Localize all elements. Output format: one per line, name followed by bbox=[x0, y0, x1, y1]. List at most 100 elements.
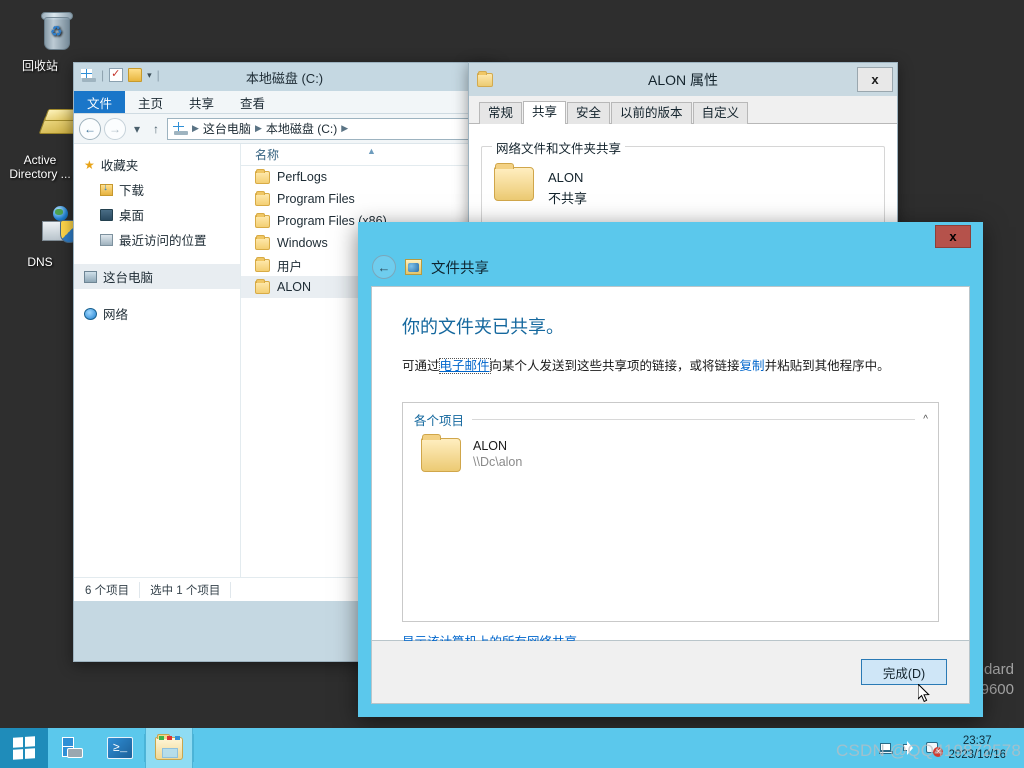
start-button[interactable] bbox=[0, 728, 48, 768]
sidebar-item-this-pc[interactable]: 这台电脑 bbox=[74, 264, 240, 289]
desktop-icon bbox=[100, 208, 113, 221]
sidebar-item-favorites[interactable]: ★ 收藏夹 bbox=[74, 152, 240, 177]
this-pc-icon bbox=[173, 122, 188, 135]
sidebar-item-label: 这台电脑 bbox=[103, 271, 154, 285]
explorer-title: 本地磁盘 (C:) bbox=[245, 71, 324, 86]
tab-home[interactable]: 主页 bbox=[125, 91, 176, 113]
explorer-titlebar[interactable]: | ▾ | 本地磁盘 (C:) bbox=[74, 63, 495, 91]
taskbar-button-file-explorer[interactable] bbox=[145, 728, 193, 768]
properties-titlebar[interactable]: ALON 属性 x bbox=[469, 63, 897, 96]
file-sharing-body: 你的文件夹已共享。 可通过电子邮件向某个人发送到这些共享项的链接，或将链接复制并… bbox=[371, 286, 970, 649]
column-header-label: 名称 bbox=[255, 148, 280, 162]
chevron-up-icon[interactable]: ^ bbox=[923, 414, 928, 425]
file-sharing-dialog[interactable]: x ← 文件共享 你的文件夹已共享。 可通过电子邮件向某个人发送到这些共享项的链… bbox=[358, 222, 983, 717]
tab-sharing[interactable]: 共享 bbox=[523, 101, 567, 124]
server-manager-icon bbox=[59, 736, 85, 760]
table-row[interactable]: Program Files bbox=[241, 188, 495, 210]
tab-security[interactable]: 安全 bbox=[567, 102, 611, 124]
breadcrumb-local-disk[interactable]: 本地磁盘 (C:) bbox=[266, 120, 337, 137]
sidebar-item-label: 最近访问的位置 bbox=[119, 234, 207, 248]
list-item[interactable]: ALON \\Dc\alon bbox=[403, 429, 938, 472]
tab-share[interactable]: 共享 bbox=[176, 91, 227, 113]
close-button[interactable]: x bbox=[935, 225, 971, 248]
desktop-icon-active-directory[interactable]: Active Directory ... bbox=[0, 104, 88, 181]
shared-items-panel: 各个项目 ^ ALON \\Dc\alon bbox=[402, 402, 939, 622]
back-button[interactable]: ← bbox=[372, 255, 396, 279]
file-name: Windows bbox=[277, 236, 328, 250]
recent-places-icon bbox=[100, 233, 113, 246]
desktop-icon-label: 回收站 bbox=[21, 59, 58, 73]
powershell-icon: ≥_ bbox=[107, 737, 133, 759]
forward-button[interactable]: → bbox=[104, 117, 126, 140]
folder-icon bbox=[255, 278, 270, 294]
file-sharing-titlebar[interactable]: x bbox=[358, 222, 983, 248]
tab-view[interactable]: 查看 bbox=[227, 91, 278, 113]
folder-icon bbox=[494, 163, 534, 201]
description-paragraph: 可通过电子邮件向某个人发送到这些共享项的链接，或将链接复制并粘贴到其他程序中。 bbox=[402, 357, 939, 375]
tab-general[interactable]: 常规 bbox=[479, 102, 523, 124]
sidebar-item-downloads[interactable]: 下载 bbox=[74, 177, 240, 202]
windows-logo-icon bbox=[13, 736, 35, 760]
back-button[interactable]: ← bbox=[79, 117, 101, 140]
file-sharing-header: ← 文件共享 bbox=[358, 248, 983, 286]
folder-icon bbox=[255, 190, 270, 206]
recent-locations-icon[interactable]: ▾ bbox=[129, 118, 145, 140]
file-name: 用户 bbox=[277, 259, 303, 274]
share-name: ALON bbox=[548, 170, 584, 185]
folder-icon bbox=[255, 256, 270, 272]
tab-customize[interactable]: 自定义 bbox=[692, 102, 749, 124]
items-group-label: 各个项目 bbox=[414, 414, 465, 428]
sidebar-item-recent-places[interactable]: 最近访问的位置 bbox=[74, 227, 240, 252]
properties-title: ALON 属性 bbox=[647, 71, 718, 88]
description-part3: 并粘贴到其他程序中。 bbox=[764, 359, 890, 373]
done-button[interactable]: 完成(D) bbox=[861, 659, 947, 685]
share-state: 不共享 bbox=[548, 191, 588, 206]
downloads-icon bbox=[100, 182, 113, 196]
up-button[interactable]: ↑ bbox=[148, 118, 164, 140]
tab-file[interactable]: 文件 bbox=[74, 91, 126, 113]
taskbar[interactable]: ≥_ ✕ 23:37 2023/10/16 CSDN @QQ419872578 bbox=[0, 728, 1024, 768]
tab-previous-versions[interactable]: 以前的版本 bbox=[611, 102, 692, 124]
item-count: 6 个项目 bbox=[85, 581, 141, 598]
sort-ascending-icon: ▲ bbox=[367, 146, 376, 156]
sidebar-item-desktop[interactable]: 桌面 bbox=[74, 202, 240, 227]
divider bbox=[472, 419, 916, 420]
folder-icon bbox=[255, 212, 270, 228]
sidebar-item-label: 网络 bbox=[103, 308, 129, 322]
navigation-bar[interactable]: ← → ▾ ↑ ▶ 这台电脑 ▶ 本地磁盘 (C:) ▶ bbox=[74, 114, 495, 144]
copy-link[interactable]: 复制 bbox=[740, 359, 765, 373]
file-name: Program Files bbox=[277, 192, 355, 206]
desktop-icon-dns[interactable]: DNS bbox=[0, 206, 80, 269]
desktop-icon-recycle-bin[interactable]: ♻ 回收站 bbox=[0, 10, 80, 73]
selection-count: 选中 1 个项目 bbox=[150, 581, 232, 598]
folder-icon bbox=[255, 234, 270, 250]
folder-icon bbox=[421, 434, 461, 472]
close-button[interactable]: x bbox=[857, 67, 893, 92]
file-explorer-icon bbox=[155, 733, 183, 760]
shared-item-name: ALON bbox=[473, 439, 508, 453]
sidebar-item-network[interactable]: 网络 bbox=[74, 301, 240, 326]
this-pc-icon bbox=[84, 270, 97, 283]
email-link[interactable]: 电子邮件 bbox=[438, 358, 491, 374]
file-name: PerfLogs bbox=[277, 170, 328, 184]
sidebar-item-label: 桌面 bbox=[119, 209, 145, 223]
desktop-icon-label: DNS bbox=[27, 255, 53, 269]
navigation-pane[interactable]: ★ 收藏夹 下载 桌面 最近访问的位置 这台电脑 bbox=[74, 144, 241, 577]
ribbon-tabs[interactable]: 文件 主页 共享 查看 bbox=[74, 91, 495, 114]
breadcrumb-this-pc[interactable]: 这台电脑 bbox=[203, 120, 251, 137]
sidebar-item-label: 收藏夹 bbox=[100, 159, 139, 173]
description-part2: 向某个人发送到这些共享项的链接，或将链接 bbox=[489, 359, 740, 373]
shared-item-text: ALON \\Dc\alon bbox=[473, 438, 522, 470]
file-sharing-footer: 完成(D) bbox=[371, 641, 970, 704]
shared-item-path: \\Dc\alon bbox=[473, 455, 523, 469]
items-group-header[interactable]: 各个项目 ^ bbox=[403, 403, 938, 429]
properties-tabs[interactable]: 常规 共享 安全 以前的版本 自定义 bbox=[469, 96, 897, 124]
table-row[interactable]: PerfLogs bbox=[241, 166, 495, 188]
taskbar-button-powershell[interactable]: ≥_ bbox=[96, 728, 144, 768]
file-name: ALON bbox=[277, 280, 312, 294]
breadcrumb-separator: ▶ bbox=[192, 123, 199, 133]
column-header-name[interactable]: 名称 ▲ bbox=[241, 144, 495, 166]
taskbar-button-server-manager[interactable] bbox=[48, 728, 96, 768]
address-bar[interactable]: ▶ 这台电脑 ▶ 本地磁盘 (C:) ▶ bbox=[167, 117, 490, 140]
